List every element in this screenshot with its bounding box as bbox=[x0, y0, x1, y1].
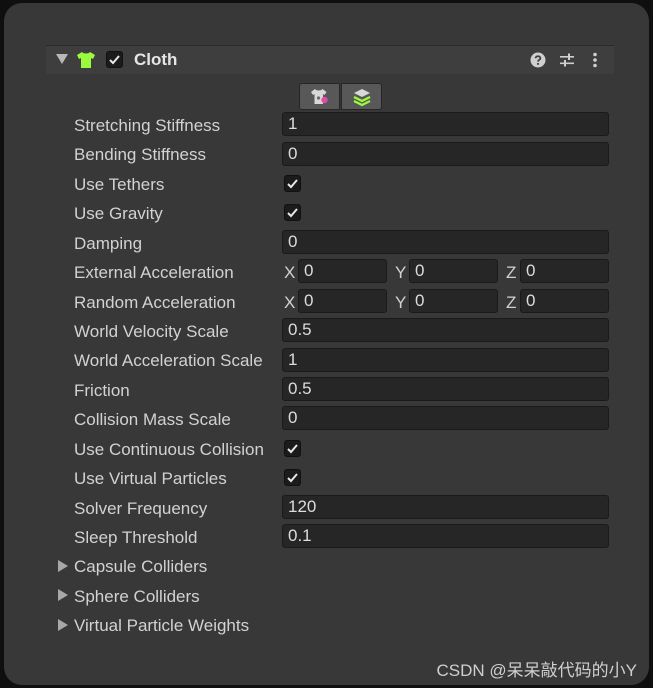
random-acceleration-z-label: Z bbox=[506, 293, 517, 312]
use-tethers-checkbox[interactable] bbox=[284, 175, 301, 192]
checkmark-icon bbox=[287, 208, 298, 218]
component-title: Cloth bbox=[134, 50, 178, 69]
use-continuous-collision-checkbox[interactable] bbox=[284, 440, 301, 457]
kebab-menu-icon[interactable] bbox=[592, 52, 598, 68]
preset-sliders-icon[interactable] bbox=[559, 52, 575, 68]
checkmark-icon bbox=[287, 444, 298, 454]
external-acceleration-x-label: X bbox=[284, 263, 296, 282]
stretching-stiffness-label: Stretching Stiffness bbox=[74, 116, 221, 135]
damping-label: Damping bbox=[74, 234, 143, 253]
inspector-panel: Cloth Stretching Stiffness 1 Bending Sti… bbox=[4, 3, 649, 685]
use-gravity-checkbox[interactable] bbox=[284, 204, 301, 221]
use-virtual-particles-checkbox[interactable] bbox=[284, 469, 301, 486]
stretching-stiffness-field[interactable]: 1 bbox=[282, 112, 609, 136]
use-continuous-collision-label: Use Continuous Collision bbox=[74, 440, 264, 459]
sleep-threshold-label: Sleep Threshold bbox=[74, 528, 198, 547]
cloth-shirt-icon bbox=[77, 52, 95, 68]
help-icon[interactable] bbox=[530, 52, 546, 68]
random-acceleration-z-field[interactable]: 0 bbox=[520, 289, 609, 313]
self-collision-button[interactable] bbox=[341, 83, 382, 110]
random-acceleration-y-field[interactable]: 0 bbox=[409, 289, 498, 313]
use-tethers-label: Use Tethers bbox=[74, 175, 165, 194]
use-virtual-particles-label: Use Virtual Particles bbox=[74, 469, 227, 488]
friction-field[interactable]: 0.5 bbox=[282, 377, 609, 401]
foldout-arrow-icon[interactable] bbox=[56, 54, 68, 64]
external-acceleration-y-field[interactable]: 0 bbox=[409, 259, 498, 283]
capsule-colliders-arrow-icon[interactable] bbox=[58, 560, 68, 572]
checkmark-icon bbox=[287, 179, 298, 189]
random-acceleration-y-label: Y bbox=[395, 293, 407, 312]
random-acceleration-label: Random Acceleration bbox=[74, 293, 236, 312]
sleep-threshold-field[interactable]: 0.1 bbox=[282, 524, 609, 548]
external-acceleration-x-field[interactable]: 0 bbox=[298, 259, 387, 283]
component-header[interactable]: Cloth bbox=[46, 45, 614, 74]
bending-stiffness-field[interactable]: 0 bbox=[282, 142, 609, 166]
capsule-colliders-foldout[interactable]: Capsule Colliders bbox=[74, 557, 207, 577]
external-acceleration-z-label: Z bbox=[506, 263, 517, 282]
edit-constraints-button[interactable] bbox=[299, 83, 340, 110]
sphere-colliders-arrow-icon[interactable] bbox=[58, 589, 68, 601]
checkmark-icon bbox=[109, 55, 120, 65]
select-self-collision-icon bbox=[353, 89, 371, 107]
world-acceleration-scale-label: World Acceleration Scale bbox=[74, 351, 263, 370]
sphere-colliders-foldout[interactable]: Sphere Colliders bbox=[74, 587, 200, 607]
external-acceleration-label: External Acceleration bbox=[74, 263, 234, 282]
virtual-particle-weights-foldout[interactable]: Virtual Particle Weights bbox=[74, 616, 249, 636]
world-velocity-scale-label: World Velocity Scale bbox=[74, 322, 229, 341]
solver-frequency-field[interactable]: 120 bbox=[282, 495, 609, 519]
random-acceleration-x-label: X bbox=[284, 293, 296, 312]
random-acceleration-x-field[interactable]: 0 bbox=[298, 289, 387, 313]
edit-constraints-icon bbox=[311, 89, 328, 104]
component-enabled-checkbox[interactable] bbox=[106, 51, 123, 68]
collision-mass-scale-label: Collision Mass Scale bbox=[74, 410, 231, 429]
checkmark-icon bbox=[287, 473, 298, 483]
world-acceleration-scale-field[interactable]: 1 bbox=[282, 348, 609, 372]
virtual-particle-weights-arrow-icon[interactable] bbox=[58, 619, 68, 631]
solver-frequency-label: Solver Frequency bbox=[74, 499, 208, 518]
damping-field[interactable]: 0 bbox=[282, 230, 609, 254]
bending-stiffness-label: Bending Stiffness bbox=[74, 145, 206, 164]
external-acceleration-y-label: Y bbox=[395, 263, 407, 282]
cloth-tool-buttons bbox=[299, 83, 383, 110]
external-acceleration-z-field[interactable]: 0 bbox=[520, 259, 609, 283]
collision-mass-scale-field[interactable]: 0 bbox=[282, 406, 609, 430]
world-velocity-scale-field[interactable]: 0.5 bbox=[282, 318, 609, 342]
watermark-text: CSDN @呆呆敲代码的小Y bbox=[436, 661, 638, 680]
friction-label: Friction bbox=[74, 381, 130, 400]
use-gravity-label: Use Gravity bbox=[74, 204, 163, 223]
